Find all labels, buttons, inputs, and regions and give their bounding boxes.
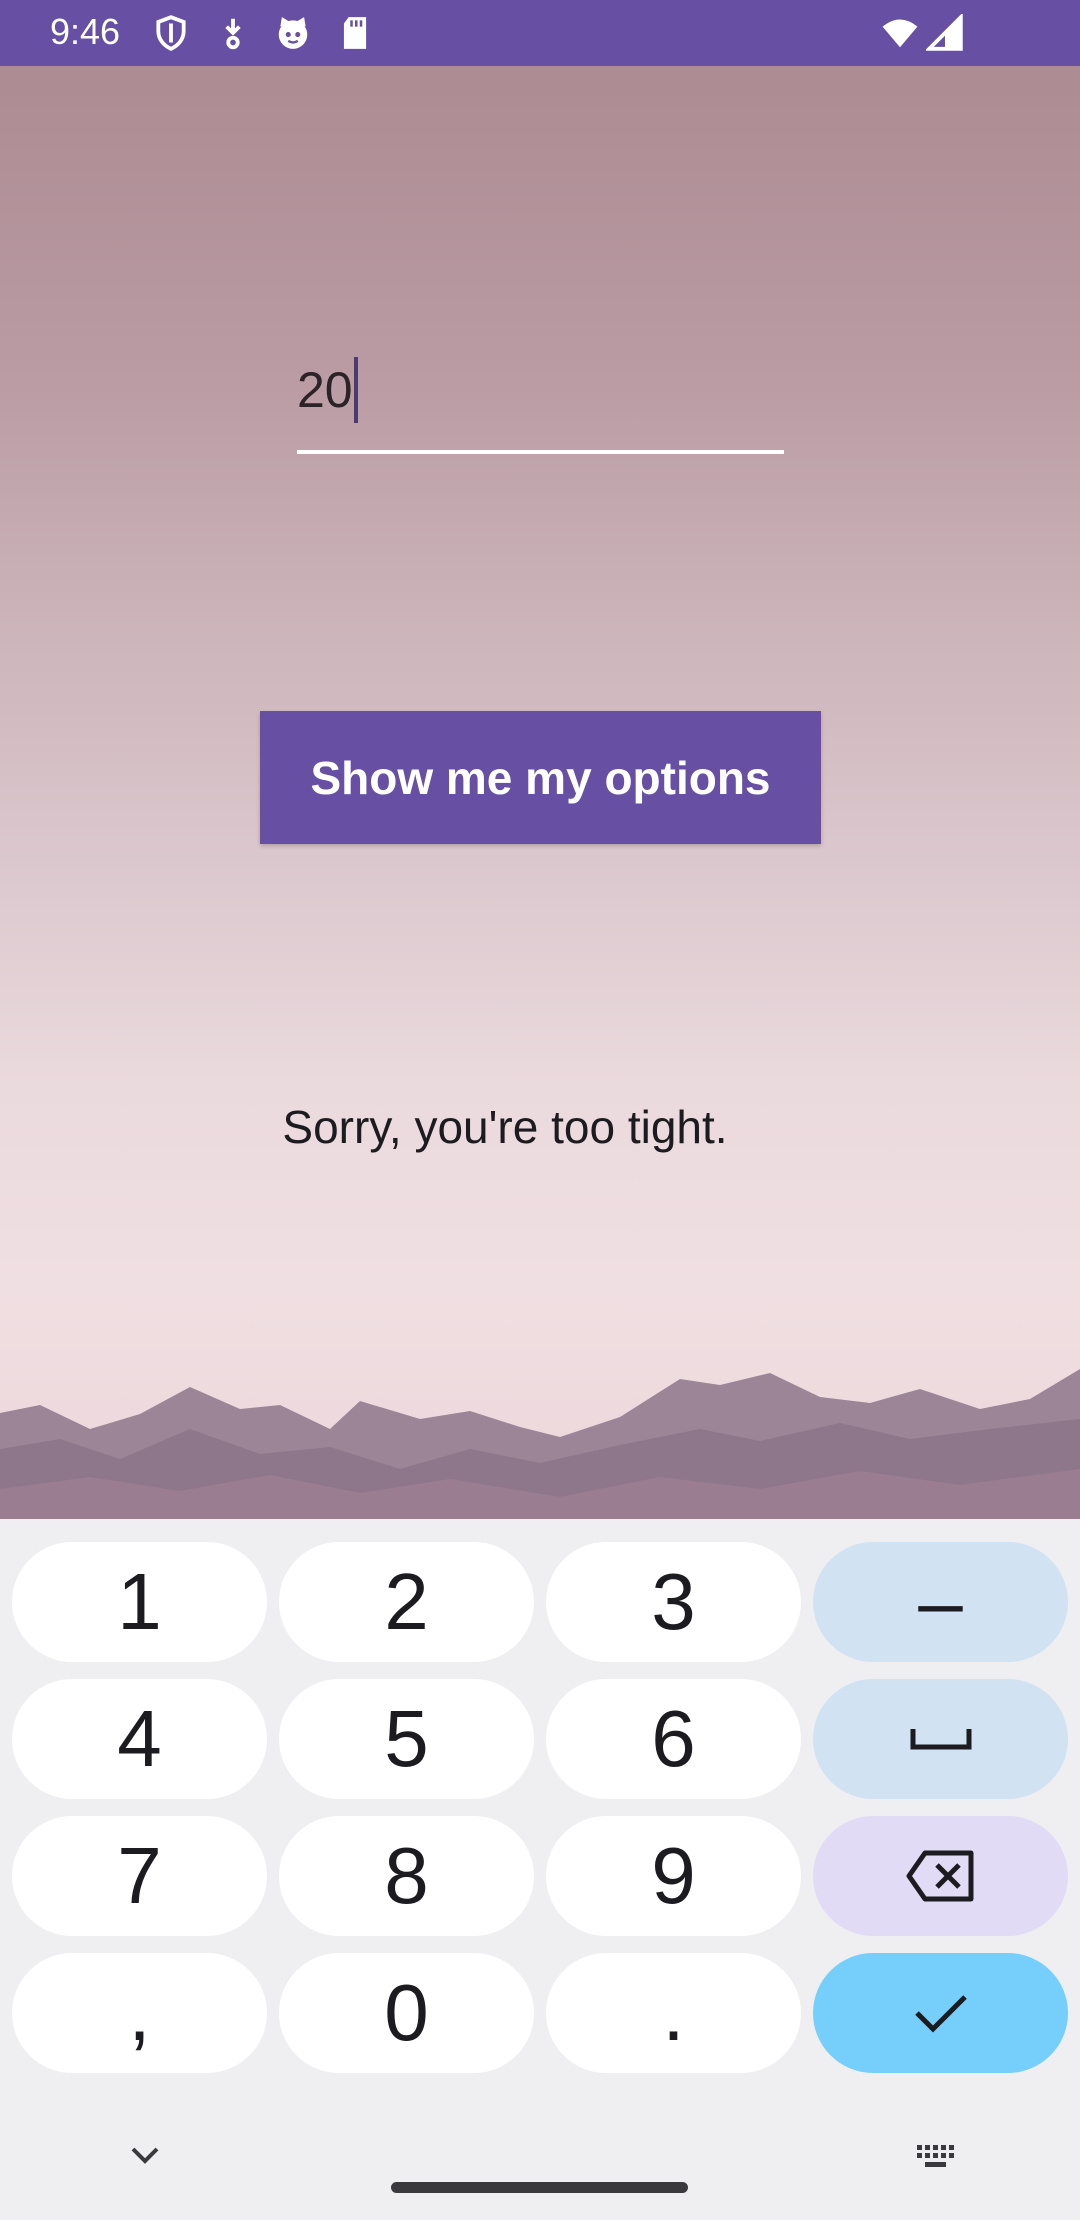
key-backspace[interactable] (813, 1816, 1068, 1936)
key-6[interactable]: 6 (546, 1679, 801, 1799)
key-minus[interactable]: – (813, 1542, 1068, 1662)
amount-input[interactable]: 20 (297, 340, 784, 454)
space-icon (910, 1729, 971, 1750)
cat-face-icon (274, 14, 312, 52)
numeric-keyboard: 1 2 3 – 4 5 6 7 8 9 , 0 . (0, 1519, 1080, 2220)
key-5[interactable]: 5 (279, 1679, 534, 1799)
key-8[interactable]: 8 (279, 1816, 534, 1936)
sd-card-icon (336, 14, 374, 52)
mountain-landscape (0, 1369, 1080, 1519)
result-message: Sorry, you're too tight. (282, 1101, 728, 1153)
cellular-signal-icon (926, 14, 964, 52)
backspace-icon (906, 1850, 973, 1902)
amount-input-value[interactable]: 20 (297, 356, 358, 423)
input-underline (297, 450, 784, 454)
key-comma[interactable]: , (12, 1953, 267, 2073)
key-0[interactable]: 0 (279, 1953, 534, 2073)
key-space[interactable] (813, 1679, 1068, 1799)
key-7[interactable]: 7 (12, 1816, 267, 1936)
app-background: 20 Show me my options Sorry, you're too … (0, 66, 1080, 1519)
chevron-down-icon[interactable] (115, 2137, 175, 2177)
home-indicator[interactable] (391, 2182, 688, 2193)
key-4[interactable]: 4 (12, 1679, 267, 1799)
show-options-button[interactable]: Show me my options (260, 711, 821, 844)
status-bar: 9:46 (0, 0, 1080, 66)
key-enter[interactable] (813, 1953, 1068, 2073)
download-icon (214, 14, 252, 52)
status-time: 9:46 (50, 11, 121, 52)
text-caret (353, 356, 358, 423)
key-3[interactable]: 3 (546, 1542, 801, 1662)
key-1[interactable]: 1 (12, 1542, 267, 1662)
checkmark-icon (914, 1995, 967, 2033)
key-9[interactable]: 9 (546, 1816, 801, 1936)
shield-icon (152, 14, 190, 52)
key-2[interactable]: 2 (279, 1542, 534, 1662)
wifi-icon (878, 14, 922, 52)
key-period[interactable]: . (546, 1953, 801, 2073)
keyboard-icon[interactable] (905, 2137, 965, 2177)
